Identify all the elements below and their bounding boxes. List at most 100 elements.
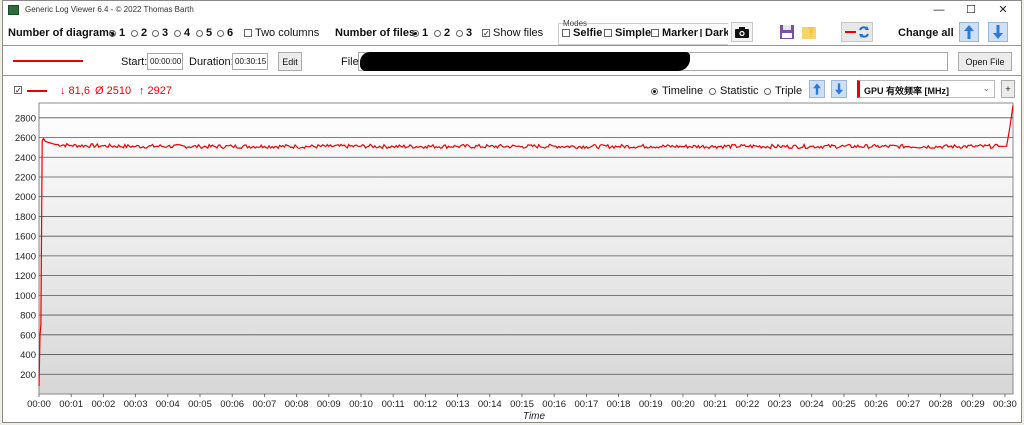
radio-icon xyxy=(196,29,203,37)
file-option-2[interactable]: 2 xyxy=(434,27,450,39)
minimize-button[interactable]: — xyxy=(923,1,955,18)
checkbox-icon xyxy=(700,29,702,37)
duration-label: Duration: xyxy=(189,56,234,68)
x-tick-label: 00:04 xyxy=(156,399,180,410)
mode-simple-checkbox[interactable]: Simple xyxy=(604,27,651,39)
x-axis: 00:00 00:01 00:02 00:03 00:04 00:05 00:06 00:07… xyxy=(27,394,1017,410)
view-statistic-radio[interactable]: Statistic xyxy=(709,85,759,97)
file-option-1[interactable]: 1 xyxy=(412,27,428,39)
sync-colors-button[interactable] xyxy=(841,22,873,42)
move-all-up-button[interactable] xyxy=(959,22,979,42)
x-tick-label: 00:03 xyxy=(124,399,148,410)
timeline-chart[interactable]: 200 400 600 800 1000 1200 1400 1600 1800 2000 2200… xyxy=(3,101,1021,422)
x-tick-label: 00:28 xyxy=(929,399,953,410)
x-axis-label: Time xyxy=(523,411,546,422)
x-tick-label: 00:02 xyxy=(92,399,116,410)
x-tick-label: 00:22 xyxy=(735,399,759,410)
y-tick-label: 1000 xyxy=(15,291,36,302)
arrow-down-icon xyxy=(993,25,1003,39)
x-tick-label: 00:20 xyxy=(671,399,695,410)
duration-field[interactable]: 00:30:15 xyxy=(232,53,268,70)
line-sync-icon xyxy=(845,26,869,38)
y-tick-label: 200 xyxy=(20,370,36,381)
y-tick-label: 1800 xyxy=(15,212,36,223)
camera-button[interactable] xyxy=(731,22,753,42)
radio-icon xyxy=(131,29,138,37)
diagram-option-3[interactable]: 3 xyxy=(152,27,168,39)
y-tick-label: 1400 xyxy=(15,251,36,262)
move-all-down-button[interactable] xyxy=(988,22,1008,42)
x-tick-label: 00:14 xyxy=(478,399,502,410)
add-sensor-button[interactable]: + xyxy=(1001,80,1015,98)
x-tick-label: 00:17 xyxy=(574,399,598,410)
view-timeline-radio[interactable]: Timeline xyxy=(651,85,703,97)
y-tick-label: 800 xyxy=(20,311,36,322)
x-tick-label: 00:18 xyxy=(607,399,631,410)
arrow-up-icon xyxy=(964,25,974,39)
radio-icon xyxy=(434,29,441,37)
show-series-check-icon[interactable]: ✓ xyxy=(14,86,22,95)
x-tick-label: 00:09 xyxy=(317,399,341,410)
edit-button[interactable]: Edit xyxy=(278,52,302,71)
x-tick-label: 00:13 xyxy=(446,399,470,410)
diagram-option-2[interactable]: 2 xyxy=(131,27,147,39)
folder-icon xyxy=(802,27,816,39)
move-diagram-up-button[interactable] xyxy=(809,80,825,98)
x-tick-label: 00:05 xyxy=(188,399,212,410)
y-tick-label: 1200 xyxy=(15,271,36,282)
x-tick-label: 00:23 xyxy=(768,399,792,410)
check-icon: ✓ xyxy=(482,29,490,38)
mode-dark-checkbox[interactable]: Dark xyxy=(700,27,728,39)
diagram-option-4[interactable]: 4 xyxy=(174,27,190,39)
maximize-button[interactable]: ☐ xyxy=(955,1,987,18)
y-tick-label: 600 xyxy=(20,330,36,341)
x-tick-label: 00:30 xyxy=(993,399,1017,410)
mode-selfie-checkbox[interactable]: Selfie xyxy=(562,27,602,39)
show-files-checkbox[interactable]: ✓ Show files xyxy=(482,27,543,39)
arrow-up-icon xyxy=(813,83,821,95)
sensor-select[interactable]: GPU 有效频率 [MHz] ⌄ xyxy=(857,80,995,98)
x-tick-label: 00:07 xyxy=(252,399,276,410)
y-tick-label: 2800 xyxy=(15,113,36,124)
y-tick-label: 2000 xyxy=(15,192,36,203)
close-button[interactable]: ✕ xyxy=(987,1,1019,18)
chart-svg: 200 400 600 800 1000 1200 1400 1600 1800 2000 2200… xyxy=(15,102,1017,422)
sensor-select-value: GPU 有效频率 [MHz] xyxy=(864,86,949,96)
radio-icon xyxy=(109,29,116,37)
x-tick-label: 00:19 xyxy=(639,399,663,410)
diagram-option-5[interactable]: 5 xyxy=(196,27,212,39)
radio-icon xyxy=(217,29,224,37)
diagram-option-6[interactable]: 6 xyxy=(217,27,233,39)
x-tick-label: 00:24 xyxy=(800,399,824,410)
x-tick-label: 00:16 xyxy=(542,399,566,410)
x-tick-label: 00:26 xyxy=(864,399,888,410)
open-file-button[interactable]: Open File xyxy=(958,52,1012,71)
x-tick-label: 00:08 xyxy=(285,399,309,410)
y-tick-label: 2400 xyxy=(15,153,36,164)
stat-avg: Ø 2510 xyxy=(95,85,132,97)
open-folder-button[interactable] xyxy=(799,22,819,42)
x-tick-label: 00:00 xyxy=(27,399,51,410)
x-tick-label: 00:12 xyxy=(413,399,437,410)
radio-icon xyxy=(174,29,181,37)
checkbox-icon xyxy=(244,29,252,37)
x-tick-label: 00:21 xyxy=(703,399,727,410)
floppy-disk-icon xyxy=(780,25,794,39)
app-icon xyxy=(8,4,19,15)
diagrams-label: Number of diagrams xyxy=(8,27,115,39)
radio-icon xyxy=(456,29,463,37)
mode-marker-checkbox[interactable]: Marker xyxy=(651,27,698,39)
view-triple-radio[interactable]: Triple xyxy=(764,85,802,97)
radio-icon xyxy=(412,29,419,37)
save-button[interactable] xyxy=(777,22,797,42)
diagram-option-1[interactable]: 1 xyxy=(109,27,125,39)
two-columns-checkbox[interactable]: Two columns xyxy=(244,27,319,39)
series-color-line[interactable] xyxy=(13,60,83,62)
files-label: Number of files xyxy=(335,27,416,39)
redacted-path xyxy=(360,52,690,71)
y-tick-label: 400 xyxy=(20,350,36,361)
start-time-field[interactable]: 00:00:00 xyxy=(147,53,183,70)
move-diagram-down-button[interactable] xyxy=(831,80,847,98)
file-option-3[interactable]: 3 xyxy=(456,27,472,39)
x-tick-label: 00:27 xyxy=(896,399,920,410)
